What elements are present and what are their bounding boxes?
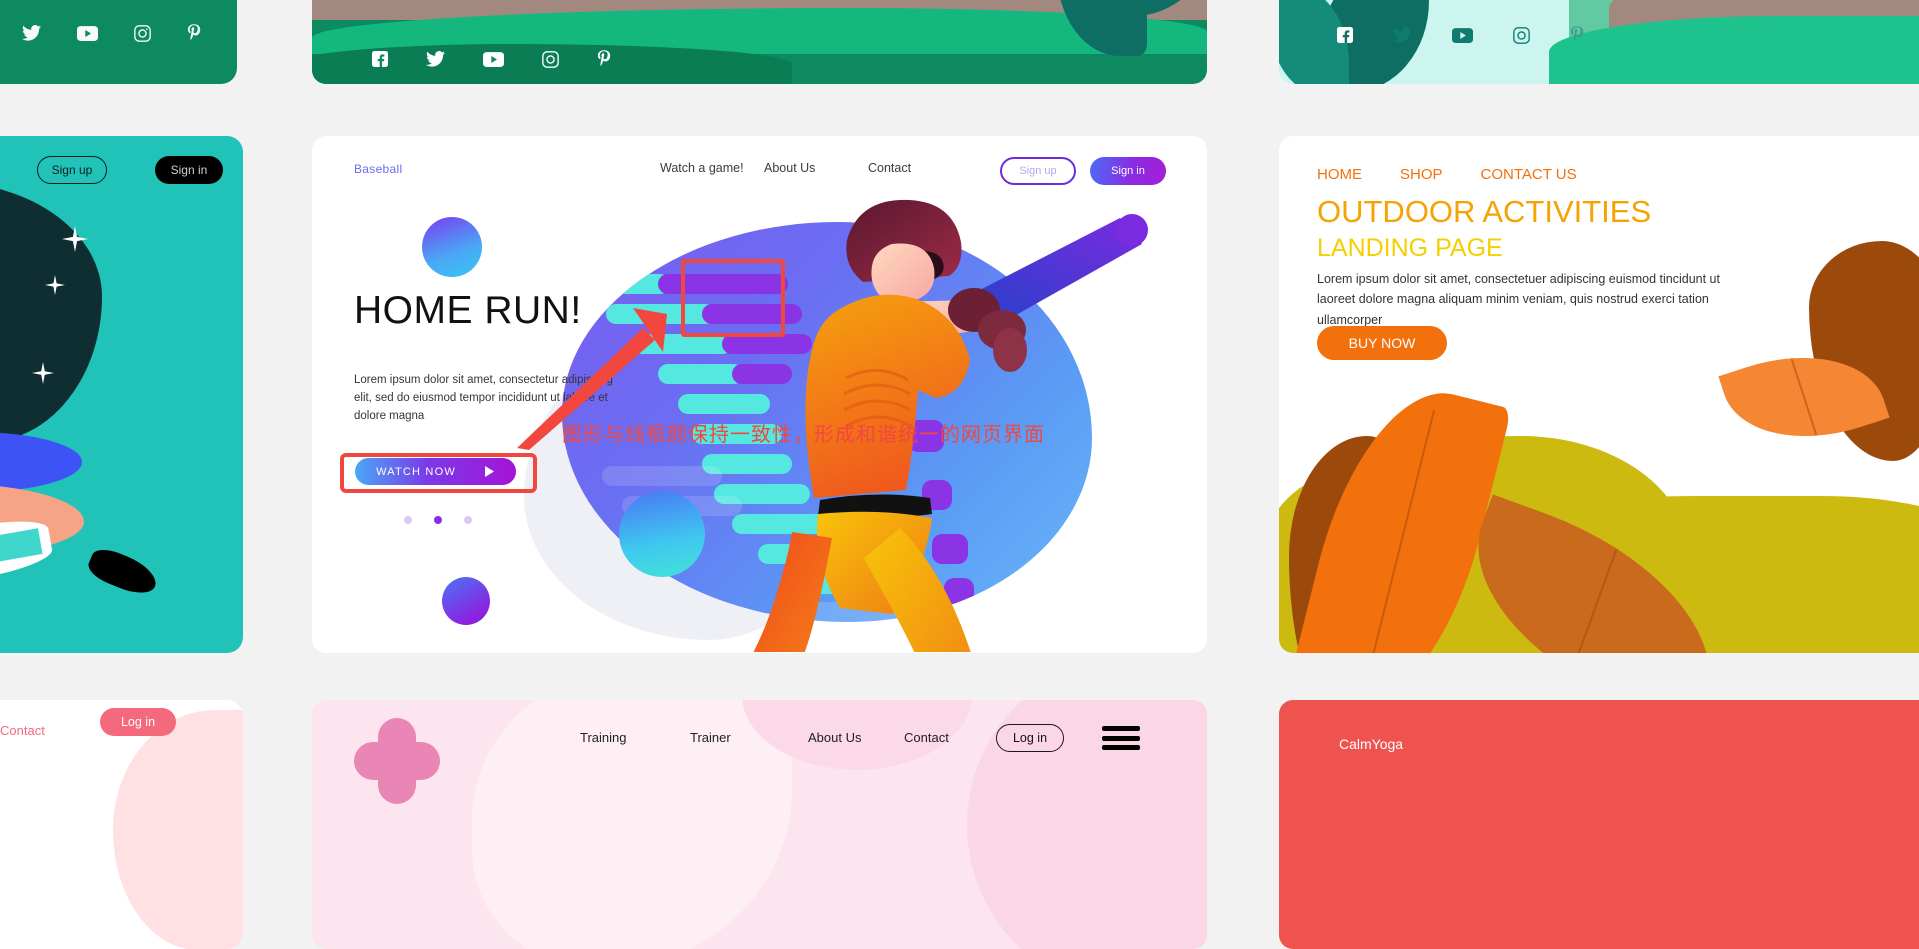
panel-bottom-left-contact: Contact Log in [0,700,243,949]
panel-bottom-right-yoga: CalmYoga [1279,700,1919,949]
bottom-center-login-label: Log in [1012,731,1048,745]
youtube-icon[interactable] [1452,27,1473,43]
decor-wave [113,710,243,949]
outdoor-nav: HOME SHOP CONTACT US [1317,166,1577,183]
outdoor-buy-now-button[interactable]: BUY NOW [1317,326,1447,360]
bottom-left-login-button[interactable]: Log in [100,708,176,736]
annotation-text: 图形与线框颜保持一致性，形成和谐统一的网页界面 [562,422,1045,446]
panel-bottom-center-nav: Training Trainer About Us Contact Log in [312,700,1207,949]
left-sign-up-label: Sign up [51,163,93,177]
bottom-nav-link-training[interactable]: Training [580,730,690,745]
illustration-shoe [84,544,162,600]
yoga-brand-label: CalmYoga [1339,736,1404,752]
screenshot-canvas: Sign up Sign in Contact Log in Training … [0,0,1919,949]
facebook-icon[interactable] [372,51,388,67]
carousel-dot-3[interactable] [464,516,472,524]
youtube-icon[interactable] [77,25,98,41]
main-nav-links: Watch a game! About Us Contact [660,161,972,175]
main-sign-up-button[interactable]: Sign up [1000,157,1076,185]
outdoor-nav-home[interactable]: HOME [1317,166,1362,183]
main-nav-contact[interactable]: Contact [868,161,972,175]
bottom-left-login-label: Log in [120,715,156,729]
pinterest-icon[interactable] [1570,26,1584,44]
annotation-box-hero-detail [681,259,785,337]
outdoor-nav-shop[interactable]: SHOP [1400,166,1443,183]
left-sign-in-button[interactable]: Sign in [155,156,223,184]
twitter-icon[interactable] [1393,27,1412,43]
main-sign-in-label: Sign in [1111,165,1145,177]
social-links-top-left [22,24,201,42]
decor-gradient-circle-teal [619,491,705,577]
main-nav-watch-a-game[interactable]: Watch a game! [660,161,764,175]
outdoor-title: OUTDOOR ACTIVITIES [1317,194,1652,229]
illustration-band [0,432,82,492]
bottom-center-login-button[interactable]: Log in [996,724,1064,752]
twitter-icon[interactable] [426,51,445,67]
main-nav-about-us[interactable]: About Us [764,161,868,175]
flower-decoration [354,718,440,804]
carousel-dots[interactable] [404,516,472,524]
pinterest-icon[interactable] [187,24,201,42]
panel-main-baseball-landing: Baseball Watch a game! About Us Contact … [312,136,1207,653]
social-links-top-center [372,50,611,68]
twitter-icon[interactable] [22,25,41,41]
youtube-icon[interactable] [483,51,504,67]
bottom-nav-link-about-us[interactable]: About Us [808,730,904,745]
instagram-icon[interactable] [542,50,559,68]
bottom-left-contact-link[interactable]: Contact [0,723,45,738]
main-brand-logo[interactable]: Baseball [354,162,402,176]
annotation-box-watch-now [340,453,537,493]
outdoor-body-text: Lorem ipsum dolor sit amet, consectetuer… [1317,272,1720,327]
social-links-top-right [1337,26,1584,44]
illustration-dark-blob [0,182,102,442]
decor-gradient-circle-purple [442,577,490,625]
panel-right-outdoor-activities: HOME SHOP CONTACT US OUTDOOR ACTIVITIES … [1279,136,1919,653]
carousel-dot-1[interactable] [404,516,412,524]
main-sign-in-button[interactable]: Sign in [1090,157,1166,185]
panel-left-baseball: Sign up Sign in [0,136,243,653]
facebook-icon[interactable] [1337,27,1353,43]
instagram-icon[interactable] [1513,26,1530,44]
carousel-dot-2[interactable] [434,516,442,524]
panel-top-left-social [0,0,237,84]
outdoor-subtitle: LANDING PAGE [1317,234,1503,262]
instagram-icon[interactable] [134,24,151,42]
outdoor-buy-now-label: BUY NOW [1348,335,1416,351]
bottom-nav-links: Training Trainer About Us Contact [580,730,1000,745]
decor-gradient-circle-top [422,217,482,277]
panel-top-right-illustration [1279,0,1919,84]
pinterest-icon[interactable] [597,50,611,68]
illustration-band [0,513,55,607]
left-sign-in-label: Sign in [170,163,208,177]
outdoor-nav-contact-us[interactable]: CONTACT US [1481,166,1577,183]
bottom-nav-link-contact[interactable]: Contact [904,730,1000,745]
hamburger-menu-icon[interactable] [1102,726,1140,750]
main-sign-up-label: Sign up [1019,165,1057,177]
panel-top-center-illustration [312,0,1207,84]
bottom-nav-link-trainer[interactable]: Trainer [690,730,808,745]
left-sign-up-button[interactable]: Sign up [37,156,107,184]
